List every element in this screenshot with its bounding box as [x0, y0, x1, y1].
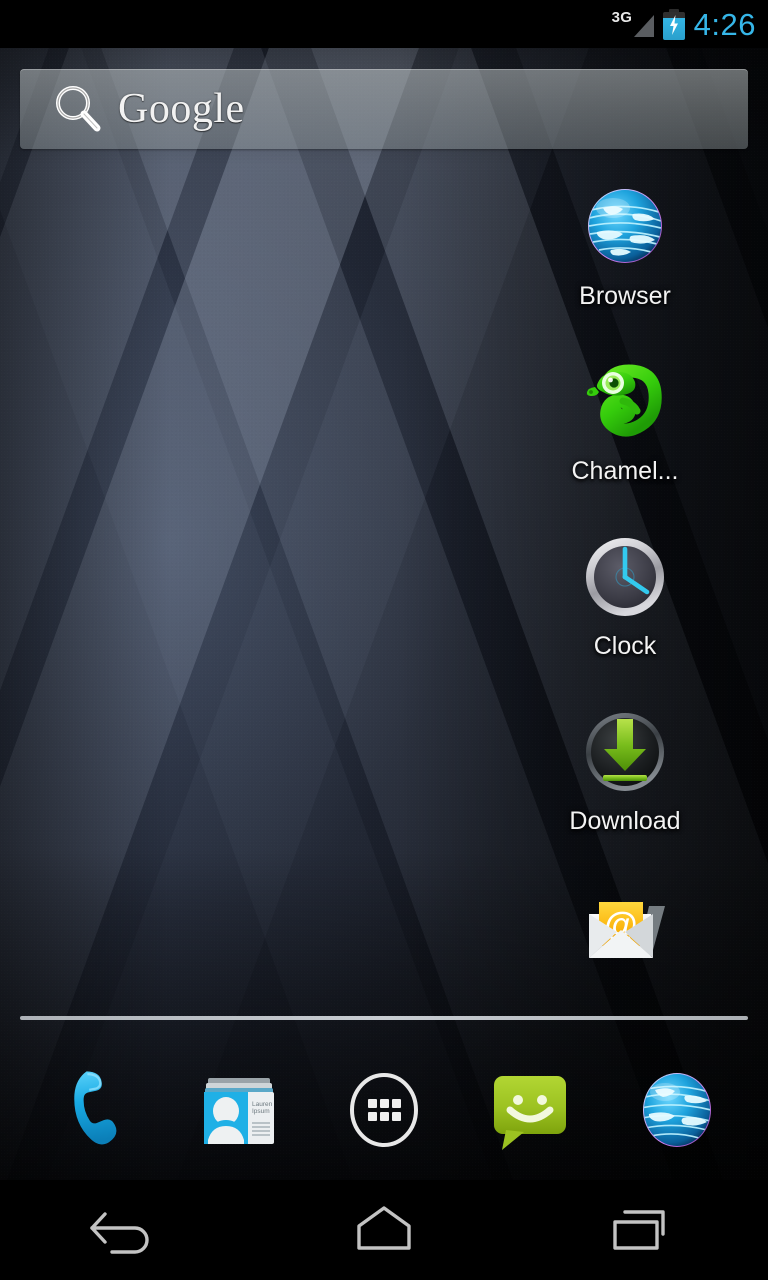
- dock-item-phone[interactable]: [36, 1050, 146, 1170]
- browser-globe-icon[interactable]: [577, 180, 673, 276]
- phone-handset-icon[interactable]: [45, 1064, 137, 1156]
- navigation-bar: [0, 1180, 768, 1280]
- app-label: Chamel...: [571, 457, 679, 485]
- dock-item-app-drawer[interactable]: [329, 1050, 439, 1170]
- app-label: Download: [569, 807, 681, 835]
- app-label: Browser: [579, 282, 671, 310]
- nav-recents-button[interactable]: [560, 1180, 720, 1280]
- network-type-label: 3G: [611, 9, 633, 26]
- app-icon-download[interactable]: Download: [540, 705, 710, 880]
- browser-globe-icon[interactable]: [631, 1064, 723, 1156]
- app-icon-email[interactable]: @: [540, 880, 710, 1055]
- back-arrow-icon[interactable]: [85, 1200, 171, 1260]
- chameleon-icon[interactable]: [577, 355, 673, 451]
- home-pentagon-icon[interactable]: [341, 1200, 427, 1260]
- battery-charging-icon: [662, 8, 685, 40]
- app-icon-clock[interactable]: Clock: [540, 530, 710, 705]
- dock: Lauren Ipsum: [0, 1040, 768, 1180]
- svg-text:Ipsum: Ipsum: [252, 1108, 270, 1115]
- email-envelope-icon[interactable]: @: [577, 880, 673, 976]
- status-bar[interactable]: 3G 4:26: [0, 0, 768, 48]
- status-bar-clock: 4:26: [693, 6, 756, 42]
- messaging-bubble-icon[interactable]: [484, 1064, 576, 1156]
- recent-apps-icon[interactable]: [597, 1200, 683, 1260]
- dock-divider: [20, 1016, 748, 1020]
- contacts-card-icon[interactable]: Lauren Ipsum: [192, 1064, 284, 1156]
- dock-item-browser[interactable]: [622, 1050, 732, 1170]
- home-app-grid: Browser Chamel... Clock Download @: [540, 180, 710, 1055]
- google-search-widget[interactable]: Google: [20, 69, 748, 149]
- nav-back-button[interactable]: [48, 1180, 208, 1280]
- search-icon[interactable]: [50, 81, 106, 137]
- clock-icon[interactable]: [577, 530, 673, 626]
- app-icon-chameleon[interactable]: Chamel...: [540, 355, 710, 530]
- charging-bolt-icon: [669, 14, 678, 35]
- android-home-screen: 3G 4:26 Google Browser Chamel... Clock D…: [0, 0, 768, 1280]
- svg-text:Lauren: Lauren: [252, 1101, 273, 1108]
- dock-item-messaging[interactable]: [475, 1050, 585, 1170]
- app-drawer-icon[interactable]: [338, 1064, 430, 1156]
- app-label: Clock: [593, 632, 657, 660]
- google-wordmark[interactable]: Google: [118, 88, 245, 130]
- download-arrow-icon[interactable]: [577, 705, 673, 801]
- signal-triangle-icon: 3G: [612, 9, 654, 39]
- nav-home-button[interactable]: [304, 1180, 464, 1280]
- app-icon-browser[interactable]: Browser: [540, 180, 710, 355]
- dock-item-people[interactable]: Lauren Ipsum: [183, 1050, 293, 1170]
